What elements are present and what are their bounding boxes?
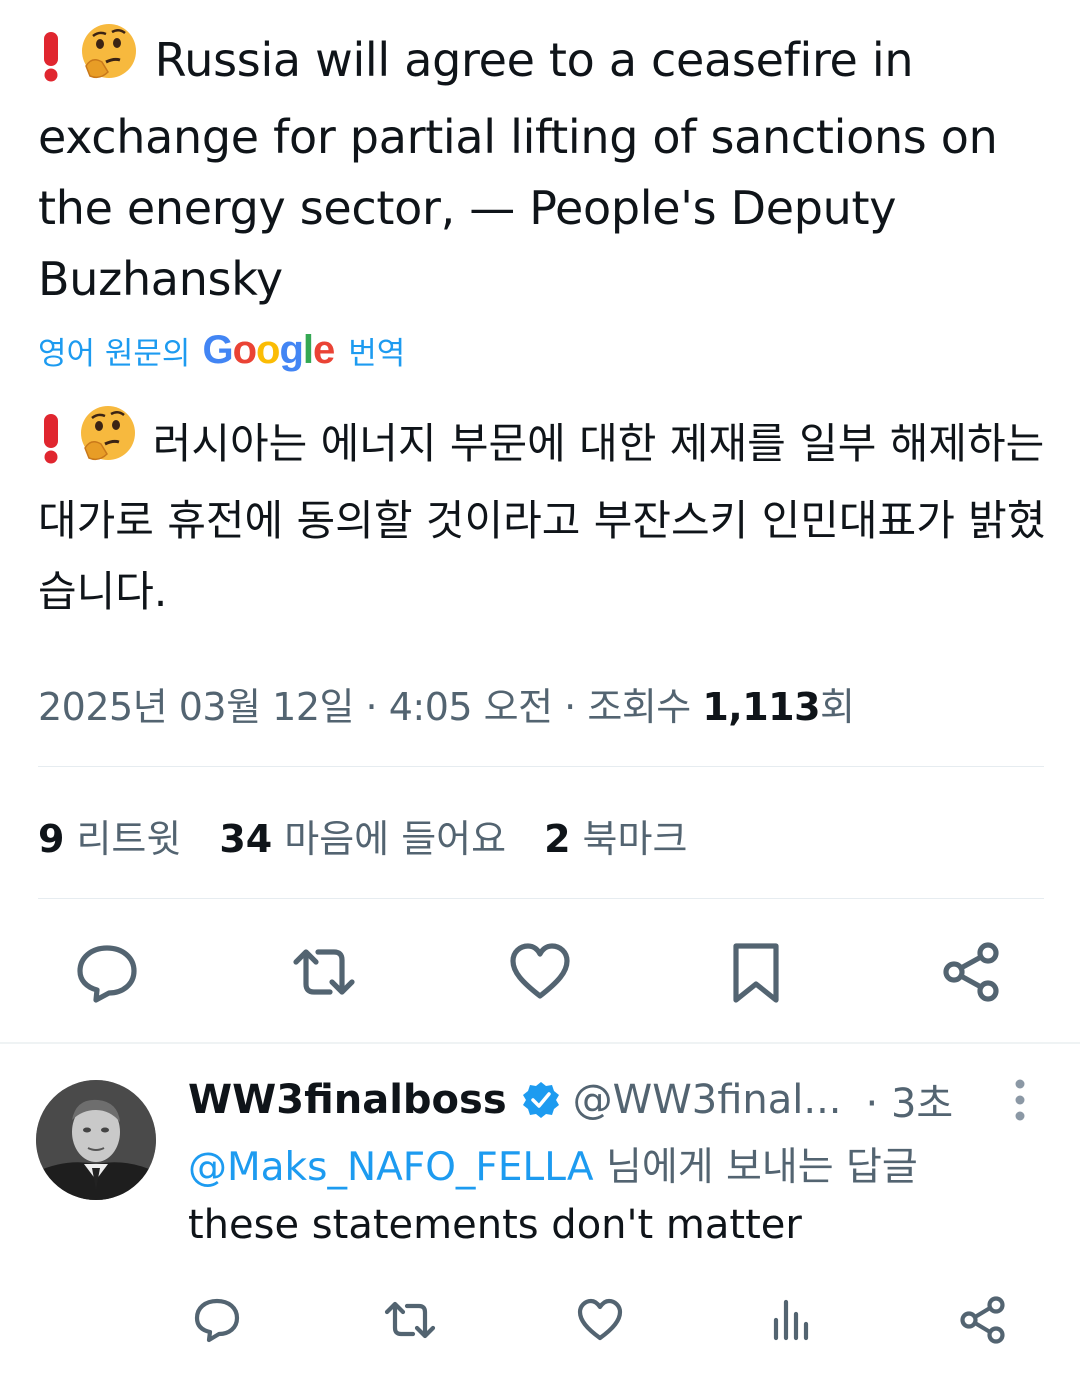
- tweet-text-ko: 러시아는 에너지 부문에 대한 제재를 일부 해제하는 대가로 휴전에 동의할 …: [38, 419, 1046, 616]
- more-options-icon[interactable]: [1010, 1078, 1030, 1122]
- reply-icon[interactable]: [192, 1296, 242, 1344]
- section-separator: [0, 1042, 1080, 1044]
- views-icon[interactable]: [770, 1296, 814, 1342]
- divider: [38, 898, 1044, 899]
- google-logo: Google: [202, 327, 335, 372]
- avatar[interactable]: [36, 1080, 156, 1200]
- views-count: 1,113: [702, 685, 821, 729]
- reply-to-suffix: 님에게 보내는 답글: [605, 1145, 918, 1190]
- handle[interactable]: @WW3final...: [573, 1077, 842, 1123]
- bookmarks-stat[interactable]: 2 북마크: [544, 808, 687, 863]
- tweet-text: Russia will agree to a ceasefire in exch…: [38, 22, 1048, 315]
- reply-text: these statements don't matter: [188, 1202, 802, 1248]
- views-label: 조회수: [587, 685, 691, 729]
- share-icon[interactable]: [958, 1296, 1008, 1344]
- bookmarks-count: 2: [544, 817, 571, 861]
- mention-link[interactable]: @Maks_NAFO_FELLA: [188, 1145, 594, 1190]
- exclamation-emoji-icon: [38, 30, 64, 102]
- likes-label: 마음에 들어요: [284, 817, 507, 861]
- retweet-icon[interactable]: [382, 1298, 438, 1342]
- reply-time[interactable]: · 3초: [866, 1071, 954, 1129]
- retweets-stat[interactable]: 9 리트윗: [38, 808, 181, 863]
- translated-text: 러시아는 에너지 부문에 대한 제재를 일부 해제하는 대가로 휴전에 동의할 …: [38, 404, 1048, 627]
- like-icon[interactable]: [576, 1298, 624, 1342]
- divider: [38, 766, 1044, 767]
- retweet-icon[interactable]: [288, 942, 360, 1002]
- tweet-text-en: Russia will agree to a ceasefire in exch…: [38, 33, 998, 306]
- views-suffix: 회: [820, 685, 855, 729]
- display-name[interactable]: WW3finalboss: [188, 1077, 507, 1123]
- translate-link[interactable]: 영어 원문의 Google 번역: [38, 322, 405, 378]
- likes-count: 34: [219, 817, 273, 861]
- tweet-date[interactable]: 2025년 03월 12일: [38, 685, 354, 729]
- thinking-face-emoji-icon: [77, 404, 139, 485]
- thinking-face-emoji-icon: [78, 22, 140, 102]
- retweets-count: 9: [38, 817, 65, 861]
- bookmarks-label: 북마크: [582, 817, 688, 861]
- tweet-stats: 9 리트윗 34 마음에 들어요 2 북마크: [38, 808, 687, 863]
- tweet-time[interactable]: 4:05 오전: [389, 685, 553, 729]
- translate-suffix: 번역: [348, 335, 406, 372]
- exclamation-emoji-icon: [38, 412, 64, 485]
- share-icon[interactable]: [940, 940, 1004, 1004]
- verified-badge-icon: [522, 1082, 559, 1118]
- like-icon[interactable]: [508, 942, 572, 1002]
- tweet-meta: 2025년 03월 12일 · 4:05 오전 · 조회수 1,113회: [38, 676, 855, 731]
- reply-icon[interactable]: [74, 940, 140, 1006]
- translate-prefix: 영어 원문의: [38, 335, 191, 372]
- retweets-label: 리트윗: [76, 817, 182, 861]
- reply-to-line: @Maks_NAFO_FELLA 님에게 보내는 답글: [188, 1136, 918, 1192]
- meta-separator: ·: [564, 685, 576, 729]
- meta-separator: ·: [365, 685, 378, 729]
- reply-header: WW3finalboss @WW3final... · 3초: [188, 1072, 953, 1128]
- likes-stat[interactable]: 34 마음에 들어요: [219, 808, 506, 863]
- bookmark-icon[interactable]: [730, 940, 782, 1006]
